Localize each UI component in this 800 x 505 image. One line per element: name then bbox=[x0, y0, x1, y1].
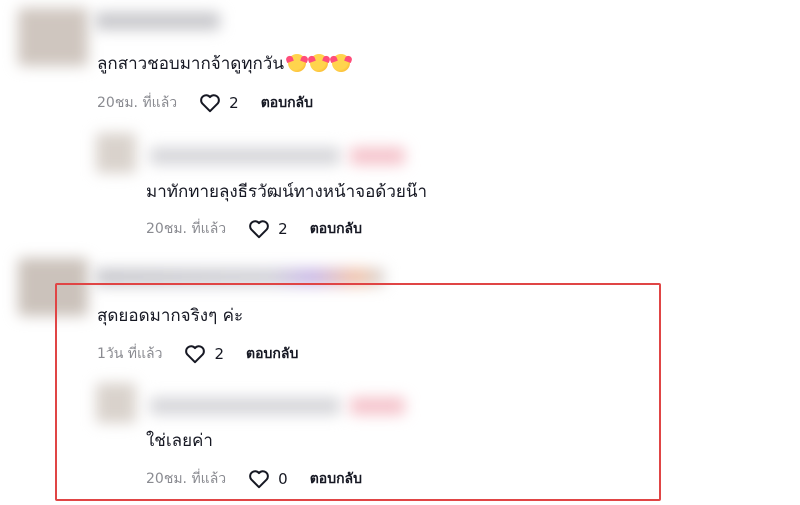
comment-time: 1วัน ที่แล้ว bbox=[97, 346, 163, 362]
heart-icon bbox=[200, 94, 220, 113]
comment-text: ลูกสาวชอบมากจ้าดูทุกวัน bbox=[97, 53, 350, 75]
like-button[interactable]: 0 bbox=[248, 469, 310, 489]
smiling-face-with-hearts-icon bbox=[331, 54, 350, 72]
like-button[interactable]: 2 bbox=[199, 93, 261, 113]
like-count: 2 bbox=[278, 220, 288, 238]
smiling-face-with-hearts-icon bbox=[309, 54, 328, 72]
username[interactable] bbox=[150, 147, 340, 165]
like-button[interactable]: 2 bbox=[184, 344, 246, 364]
comment-time: 20ชม. ที่แล้ว bbox=[146, 471, 227, 487]
reply-button[interactable]: ตอบกลับ bbox=[261, 92, 313, 114]
reply-button[interactable]: ตอบกลับ bbox=[310, 468, 362, 490]
like-button[interactable]: 2 bbox=[248, 219, 310, 239]
comment-time: 20ชม. ที่แล้ว bbox=[97, 95, 178, 111]
reply-button[interactable]: ตอบกลับ bbox=[310, 218, 362, 240]
avatar[interactable] bbox=[18, 8, 88, 66]
username-badge bbox=[350, 147, 405, 165]
avatar[interactable] bbox=[96, 383, 136, 423]
reply-button[interactable]: ตอบกลับ bbox=[246, 343, 298, 365]
comment-meta: 20ชม. ที่แล้ว 2 ตอบกลับ bbox=[97, 92, 313, 114]
like-count: 0 bbox=[278, 470, 288, 488]
like-count: 2 bbox=[229, 94, 239, 112]
comment-text: สุดยอดมากจริงๆ ค่ะ bbox=[97, 306, 244, 326]
comment-meta: 1วัน ที่แล้ว 2 ตอบกลับ bbox=[97, 343, 298, 365]
username[interactable] bbox=[150, 397, 340, 415]
username[interactable] bbox=[95, 12, 220, 30]
avatar[interactable] bbox=[96, 133, 136, 173]
heart-icon bbox=[185, 345, 206, 364]
comment-meta: 20ชม. ที่แล้ว 0 ตอบกลับ bbox=[146, 468, 362, 490]
heart-icon bbox=[249, 470, 269, 489]
comment-text: ใช่เลยค่า bbox=[146, 431, 213, 451]
comment-time: 20ชม. ที่แล้ว bbox=[146, 221, 227, 237]
username-badge bbox=[350, 397, 405, 415]
comment-meta: 20ชม. ที่แล้ว 2 ตอบกลับ bbox=[146, 218, 362, 240]
heart-icon bbox=[249, 220, 269, 239]
comment-text: มาทักทายลุงธีรวัฒน์ทางหน้าจอด้วยน๊า bbox=[146, 182, 428, 202]
like-count: 2 bbox=[214, 345, 225, 363]
smiling-face-with-hearts-icon bbox=[287, 54, 306, 72]
